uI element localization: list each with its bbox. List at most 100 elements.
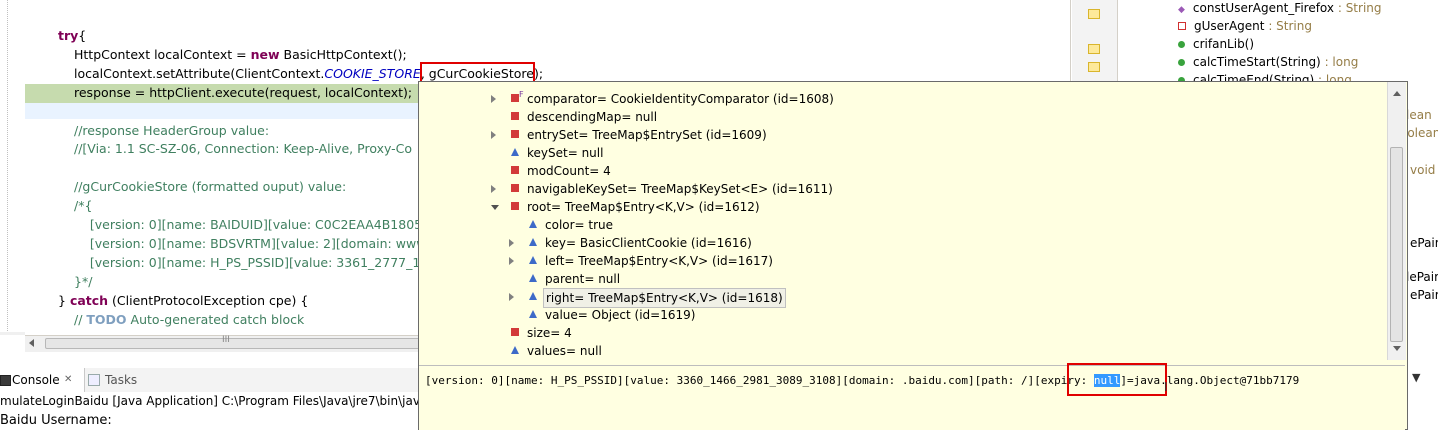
tree-node-label: keySet= null — [527, 146, 604, 160]
collapsed-twisty-icon[interactable] — [491, 131, 496, 139]
text-cursor-icon: I — [1164, 380, 1168, 394]
code-token: //response HeaderGroup value: — [74, 122, 270, 138]
view-menu-arrow-icon[interactable]: ▼ — [1412, 371, 1420, 384]
code-token: catch — [69, 292, 109, 308]
code-token: //[Via: 1.1 SC-SZ-06, Connection: Keep-A… — [74, 141, 413, 157]
outline-item-type: : long — [1320, 55, 1359, 69]
outline-fragment: lePair> — [1406, 270, 1438, 284]
scroll-left-arrow-icon[interactable] — [29, 339, 34, 347]
occurrence-marker-icon[interactable] — [1088, 62, 1100, 72]
outline-item-label: calcTimeStart(String) — [1193, 55, 1321, 69]
private-field-icon — [511, 202, 519, 210]
current-cursor-line — [25, 103, 425, 119]
code-token: }*/ — [74, 273, 93, 289]
constructor-icon — [1178, 41, 1185, 48]
code-line[interactable]: //gCurCookieStore (formatted ouput) valu… — [74, 177, 346, 196]
code-line[interactable]: //[Via: 1.1 SC-SZ-06, Connection: Keep-A… — [74, 139, 412, 158]
console-output: Baidu Username: — [0, 413, 112, 428]
scroll-up-arrow-icon[interactable] — [1393, 91, 1401, 96]
tab-console[interactable]: Console ✕ — [0, 368, 85, 392]
tree-node-label: descendingMap= null — [527, 110, 658, 124]
occurrence-marker-icon[interactable] — [1088, 44, 1100, 54]
outline-item-label: constUserAgent_Firefox — [1192, 1, 1335, 15]
code-token: [version: 0][name: BAIDUID][value: C0C2E… — [74, 217, 431, 232]
outline-fragment: ePair> — [1410, 288, 1438, 302]
scroll-grip: III — [222, 335, 230, 345]
tab-tasks[interactable]: Tasks — [88, 368, 148, 392]
detail-text[interactable]: [version: 0][name: H_PS_PSSID][value: 33… — [425, 374, 1299, 387]
package-field-icon — [511, 346, 519, 354]
tree-node-label: entrySet= TreeMap$EntrySet (id=1609) — [527, 128, 767, 142]
code-line[interactable]: /*{ — [74, 196, 92, 215]
private-final-field-icon — [511, 94, 519, 102]
code-token: COOKIE_STORE — [324, 65, 421, 81]
detail-pane[interactable]: [version: 0][name: H_PS_PSSID][value: 33… — [419, 363, 1405, 430]
code-token: } — [58, 292, 70, 308]
package-field-icon — [529, 220, 537, 228]
collapsed-twisty-icon[interactable] — [509, 239, 514, 247]
code-line[interactable]: }*/ — [74, 272, 92, 291]
code-token: [version: 0][name: H_PS_PSSID][value: 33… — [74, 254, 429, 270]
outline-item[interactable]: calcTimeStart(String) : long — [1178, 53, 1358, 71]
outline-item[interactable]: gUserAgent : String — [1178, 17, 1312, 35]
code-token: //gCurCookieStore (formatted ouput) valu… — [74, 179, 347, 195]
outline-item[interactable]: crifanLib() — [1178, 35, 1254, 53]
outline-item[interactable]: ◆ constUserAgent_Firefox : String — [1178, 0, 1382, 17]
close-icon[interactable]: ✕ — [64, 368, 72, 392]
tree-node-label: comparator= CookieIdentityComparator (id… — [527, 92, 834, 106]
code-token: (ClientProtocolException cpe) { — [108, 292, 309, 308]
popup-vertical-scrollbar[interactable] — [1387, 82, 1406, 360]
package-field-icon — [529, 238, 537, 246]
code-line[interactable]: //response HeaderGroup value: — [74, 121, 269, 140]
private-field-icon — [511, 328, 519, 336]
debug-variable-popup[interactable]: Fcomparator= CookieIdentityComparator (i… — [418, 81, 1408, 430]
private-field-icon — [511, 184, 519, 192]
collapsed-twisty-icon[interactable] — [509, 257, 514, 265]
code-token: HttpContext localContext = — [74, 46, 251, 62]
package-field-icon — [511, 148, 519, 156]
code-token: new — [250, 46, 280, 62]
code-line[interactable]: [version: 0][name: H_PS_PSSID][value: 33… — [74, 253, 428, 272]
code-line[interactable]: [version: 0][name: BDSVRTM][value: 2][do… — [74, 234, 429, 253]
code-token: { — [78, 28, 87, 43]
private-field-icon — [511, 112, 519, 120]
tree-node-label: value= Object (id=1619) — [545, 308, 696, 322]
code-line[interactable]: response = httpClient.execute(request, l… — [74, 83, 412, 102]
scroll-down-arrow-icon[interactable] — [1393, 346, 1401, 351]
collapsed-twisty-icon[interactable] — [491, 95, 496, 103]
code-token: try — [58, 28, 79, 43]
expanded-twisty-icon[interactable] — [491, 205, 499, 210]
tree-node-label: navigableKeySet= TreeMap$KeySet<E> (id=1… — [527, 182, 833, 196]
tree-node-label: root= TreeMap$Entry<K,V> (id=1612) — [527, 200, 760, 214]
code-token: localContext.setAttribute(ClientContext. — [74, 65, 325, 81]
method-icon — [1178, 59, 1185, 66]
tab-tasks-label: Tasks — [105, 373, 138, 387]
collapsed-twisty-icon[interactable] — [491, 185, 496, 193]
popup-scroll-thumb[interactable] — [1390, 147, 1403, 342]
editor-scroll-thumb[interactable]: III — [45, 335, 425, 349]
code-line[interactable]: // TODO Auto-generated catch block — [74, 310, 304, 329]
code-line[interactable]: try{ — [58, 26, 86, 45]
code-line[interactable]: } catch (ClientProtocolException cpe) { — [58, 291, 308, 310]
code-token: response = httpClient.execute(request, l… — [74, 84, 413, 100]
variable-tree[interactable]: Fcomparator= CookieIdentityComparator (i… — [419, 82, 1387, 360]
tree-node-label: values= null — [527, 344, 602, 358]
outline-item-type: : String — [1334, 1, 1382, 15]
console-view[interactable]: mulateLoginBaidu [Java Application] C:\P… — [0, 392, 461, 430]
tab-console-label: Console — [12, 373, 60, 387]
code-token: TODO — [86, 311, 127, 327]
code-token: [version: 0][name: BDSVRTM][value: 2][do… — [74, 235, 430, 251]
private-field-icon — [511, 130, 519, 138]
tree-node-label: modCount= 4 — [527, 164, 611, 178]
occurrence-marker-icon[interactable] — [1088, 9, 1100, 19]
outline-item-label: gUserAgent — [1194, 19, 1265, 33]
console-header: mulateLoginBaidu [Java Application] C:\P… — [0, 394, 462, 408]
package-field-icon — [529, 310, 537, 318]
outline-item-label: crifanLib() — [1193, 37, 1255, 51]
code-line[interactable]: HttpContext localContext = new BasicHttp… — [74, 45, 407, 64]
tree-node-label: color= true — [545, 218, 614, 232]
highlight-box-gCurCookieStore — [420, 62, 535, 83]
highlight-box-expiry — [1067, 363, 1167, 396]
code-line[interactable]: [version: 0][name: BAIDUID][value: C0C2E… — [74, 215, 430, 234]
collapsed-twisty-icon[interactable] — [509, 293, 514, 301]
